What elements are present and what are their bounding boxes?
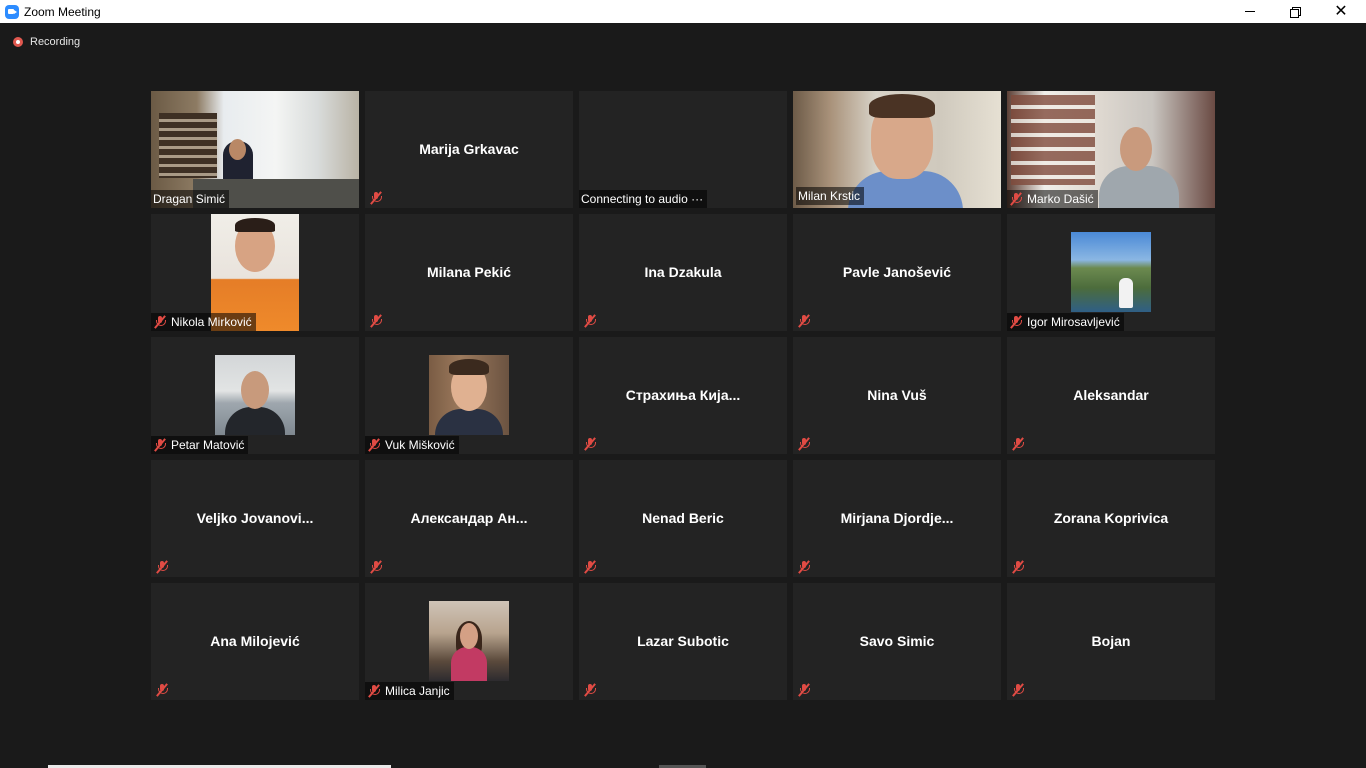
participant-name: Marija Grkavac: [419, 140, 519, 157]
recording-label: Recording: [30, 36, 81, 48]
participant-name-tag: Marko Dašić: [1007, 190, 1098, 208]
participant-status: Connecting to audio ···: [581, 192, 704, 206]
participant-tile[interactable]: Dragan Simić: [151, 91, 359, 208]
participant-name: Savo Simic: [859, 632, 935, 649]
muted-mic-icon: [797, 560, 811, 574]
muted-mic-icon: [155, 560, 169, 574]
participant-name: Dragan Simić: [153, 192, 226, 206]
close-button[interactable]: ✕: [1318, 0, 1364, 23]
participant-name: Nikola Mirković: [171, 315, 252, 329]
participant-name: Pavle Janošević: [842, 263, 952, 280]
muted-mic-icon: [1009, 315, 1023, 329]
participant-name-tag: Milan Krstic: [796, 187, 865, 205]
participant-name: Nina Vuš: [867, 386, 927, 403]
close-icon: ✕: [1334, 2, 1348, 20]
recording-indicator[interactable]: Recording: [13, 36, 80, 48]
participant-tile[interactable]: Savo Simic: [793, 583, 1001, 700]
participant-avatar: [429, 355, 509, 435]
participant-tile[interactable]: Ina Dzakula: [579, 214, 787, 331]
muted-mic-icon: [583, 683, 597, 697]
participant-avatar: [215, 355, 295, 435]
muted-mic-icon: [369, 560, 383, 574]
minimize-button[interactable]: [1227, 0, 1273, 23]
participant-avatar: [1071, 232, 1151, 312]
participant-name-tag: Petar Matović: [151, 436, 249, 454]
participant-tile[interactable]: Vuk Mišković: [365, 337, 573, 454]
muted-mic-icon: [583, 314, 597, 328]
participant-tile[interactable]: Александар Ан...: [365, 460, 573, 577]
participant-tile[interactable]: Bojan: [1007, 583, 1215, 700]
active-speaker-tile[interactable]: Milan Krstic: [793, 91, 1001, 208]
muted-mic-icon: [369, 191, 383, 205]
participant-name: Milica Janjic: [385, 684, 450, 698]
recording-icon: [13, 37, 23, 47]
participant-name: Страхиња Кија...: [625, 386, 741, 403]
participant-name: Igor Mirosavljević: [1027, 315, 1120, 329]
participant-name: Bojan: [1091, 632, 1131, 649]
muted-mic-icon: [369, 314, 383, 328]
participant-name: Nenad Beric: [642, 509, 724, 526]
participant-name-tag: Dragan Simić: [151, 190, 230, 208]
participant-name: Ana Milojević: [210, 632, 300, 649]
muted-mic-icon: [367, 684, 381, 698]
muted-mic-icon: [153, 315, 167, 329]
participant-name-tag: Nikola Mirković: [151, 313, 256, 331]
participant-avatar: [429, 601, 509, 681]
participant-name: Александар Ан...: [410, 509, 528, 526]
muted-mic-icon: [583, 437, 597, 451]
muted-mic-icon: [583, 560, 597, 574]
participant-tile[interactable]: Nenad Beric: [579, 460, 787, 577]
muted-mic-icon: [797, 437, 811, 451]
gallery-grid: Dragan Simić Marija Grkavac Connecting t…: [151, 91, 1215, 700]
participant-name-tag: Milica Janjic: [365, 682, 454, 700]
participant-name: Aleksandar: [1073, 386, 1149, 403]
participant-tile[interactable]: Connecting to audio ···: [579, 91, 787, 208]
muted-mic-icon: [1011, 683, 1025, 697]
participant-tile[interactable]: Veljko Jovanovi...: [151, 460, 359, 577]
participant-name-tag: Vuk Mišković: [365, 436, 459, 454]
participant-tile[interactable]: Petar Matović: [151, 337, 359, 454]
restore-button[interactable]: [1272, 0, 1318, 23]
muted-mic-icon: [155, 683, 169, 697]
muted-mic-icon: [797, 314, 811, 328]
zoom-app-icon: [5, 4, 19, 19]
participant-tile[interactable]: Aleksandar: [1007, 337, 1215, 454]
participant-name: Ina Dzakula: [644, 263, 722, 280]
participant-tile[interactable]: Pavle Janošević: [793, 214, 1001, 331]
participant-name: Milan Krstic: [798, 189, 861, 203]
muted-mic-icon: [1011, 560, 1025, 574]
minimize-icon: [1245, 11, 1255, 12]
participant-tile[interactable]: Lazar Subotic: [579, 583, 787, 700]
muted-mic-icon: [153, 438, 167, 452]
muted-mic-icon: [367, 438, 381, 452]
participant-tile[interactable]: Milica Janjic: [365, 583, 573, 700]
muted-mic-icon: [797, 683, 811, 697]
participant-name-tag: Connecting to audio ···: [579, 190, 708, 208]
participant-name-tag: Igor Mirosavljević: [1007, 313, 1124, 331]
participant-name: Vuk Mišković: [385, 438, 455, 452]
participant-tile[interactable]: Ana Milojević: [151, 583, 359, 700]
participant-tile[interactable]: Marko Dašić: [1007, 91, 1215, 208]
participant-name: Marko Dašić: [1027, 192, 1094, 206]
participant-tile[interactable]: Nina Vuš: [793, 337, 1001, 454]
muted-mic-icon: [1009, 192, 1023, 206]
participant-tile[interactable]: Zorana Koprivica: [1007, 460, 1215, 577]
participant-name: Milana Pekić: [426, 263, 512, 280]
participant-tile[interactable]: Mirjana Djordje...: [793, 460, 1001, 577]
window-title: Zoom Meeting: [24, 4, 101, 19]
participant-name: Lazar Subotic: [637, 632, 729, 649]
participant-name: Veljko Jovanovi...: [196, 509, 314, 526]
participant-name: Mirjana Djordje...: [840, 509, 954, 526]
participant-tile[interactable]: Marija Grkavac: [365, 91, 573, 208]
participant-tile[interactable]: Nikola Mirković: [151, 214, 359, 331]
participant-name: Zorana Koprivica: [1053, 509, 1169, 526]
participant-tile[interactable]: Страхиња Кија...: [579, 337, 787, 454]
participant-tile[interactable]: Milana Pekić: [365, 214, 573, 331]
muted-mic-icon: [1011, 437, 1025, 451]
participant-name: Petar Matović: [171, 438, 245, 452]
restore-icon: [1290, 6, 1301, 18]
participant-tile[interactable]: Igor Mirosavljević: [1007, 214, 1215, 331]
window-title-bar: Zoom Meeting ✕: [0, 0, 1366, 23]
